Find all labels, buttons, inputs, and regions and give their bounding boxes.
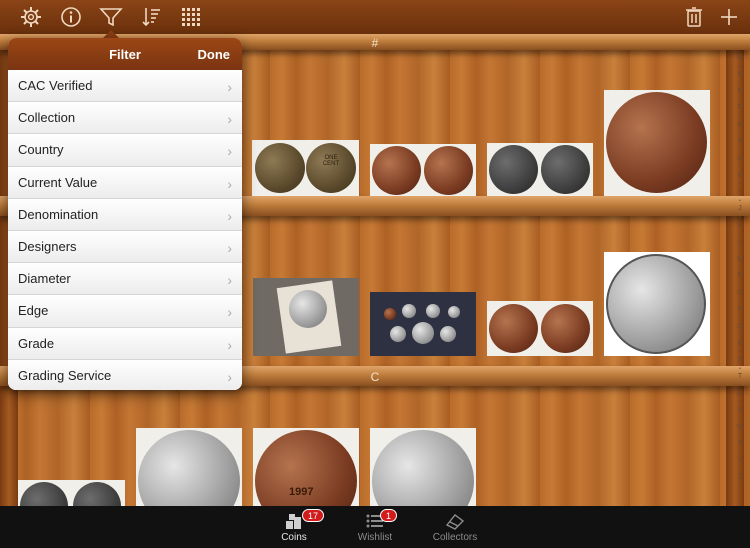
index-letter[interactable]: T [730,371,750,384]
index-letter[interactable]: O [730,287,750,300]
bottom-tab-bar: 17 Coins 1 Wishlist Collectors [0,506,750,548]
filter-item-denomination[interactable]: Denomination › [8,198,242,231]
index-letter[interactable]: Q [730,52,750,65]
filter-list: CAC Verified › Collection › Country › Curre… [8,70,242,390]
coin-year-text: 1997 [289,486,314,498]
info-icon[interactable] [58,4,84,30]
tab-label: Coins [281,532,307,543]
collectors-icon [445,514,465,530]
chevron-right-icon: › [227,304,232,321]
plus-icon[interactable] [716,4,742,30]
filter-icon[interactable] [98,4,124,30]
tab-label: Collectors [432,532,478,543]
coins-badge: 17 [302,509,325,522]
popover-header: Filter Done [8,38,242,70]
index-letter[interactable]: I [730,186,750,199]
coins-icon [286,514,301,529]
coin-item[interactable]: ONE CENT [252,140,359,196]
chevron-right-icon: › [227,239,232,256]
tab-collectors[interactable]: Collectors [415,510,495,543]
index-letter[interactable]: X [730,438,750,451]
chevron-right-icon: › [227,111,232,128]
coin-item[interactable] [604,90,710,196]
coin-item[interactable]: 1997 [253,428,359,532]
chevron-right-icon: › [227,207,232,224]
coin-item[interactable] [370,428,476,532]
coin-item[interactable] [370,292,476,356]
tab-wishlist[interactable]: 1 Wishlist [335,509,415,543]
chevron-right-icon: › [227,368,232,385]
filter-item-diameter[interactable]: Diameter › [8,263,242,296]
filter-item-cac-verified[interactable]: CAC Verified › [8,70,242,103]
coin-item[interactable] [18,480,125,530]
chevron-right-icon: › [227,79,232,95]
done-button[interactable]: Done [198,47,231,62]
coin-item[interactable] [487,143,593,196]
trash-icon[interactable] [681,4,707,30]
coin-item[interactable] [487,301,593,356]
filter-item-current-value[interactable]: Current Value › [8,166,242,199]
coin-text: ONE CENT [322,155,340,167]
index-letter[interactable]: Y [730,455,750,468]
shelf-section-label: # [371,36,379,50]
filter-item-country[interactable]: Country › [8,134,242,167]
index-letter[interactable]: J [730,203,750,216]
wishlist-badge: 1 [380,509,398,522]
sort-icon[interactable] [138,4,164,30]
coin-item[interactable] [604,252,710,356]
index-dot: • [739,483,741,490]
gear-icon[interactable] [18,4,44,30]
top-toolbar [0,0,750,34]
tab-coins[interactable]: 17 Coins [254,509,334,543]
filter-item-collection[interactable]: Collection › [8,102,242,135]
coin-item[interactable] [253,278,359,356]
alphabet-index[interactable]: Q • B • C • D • E • F • G • H • I • J • K • L • M • N • O • P • Q • R • S • T •… [730,52,750,492]
index-letter[interactable]: E [730,119,750,132]
chevron-right-icon: › [227,336,232,353]
filter-item-grading-service[interactable]: Grading Service › [8,359,242,390]
chevron-right-icon: › [227,143,232,160]
coin-item[interactable] [136,428,242,532]
index-letter[interactable]: N [730,270,750,283]
shelf-section-label: C [370,370,380,384]
filter-popover: Filter Done CAC Verified › Collection › Co… [8,38,242,390]
tab-label: Wishlist [357,532,393,543]
chevron-right-icon: › [227,272,232,289]
filter-item-designers[interactable]: Designers › [8,230,242,264]
coin-item[interactable] [370,144,476,196]
filter-item-grade[interactable]: Grade › [8,327,242,360]
filter-item-edge[interactable]: Edge › [8,295,242,328]
grid-icon[interactable] [178,4,204,30]
index-letter[interactable]: S [730,354,750,367]
chevron-right-icon: › [227,175,232,192]
